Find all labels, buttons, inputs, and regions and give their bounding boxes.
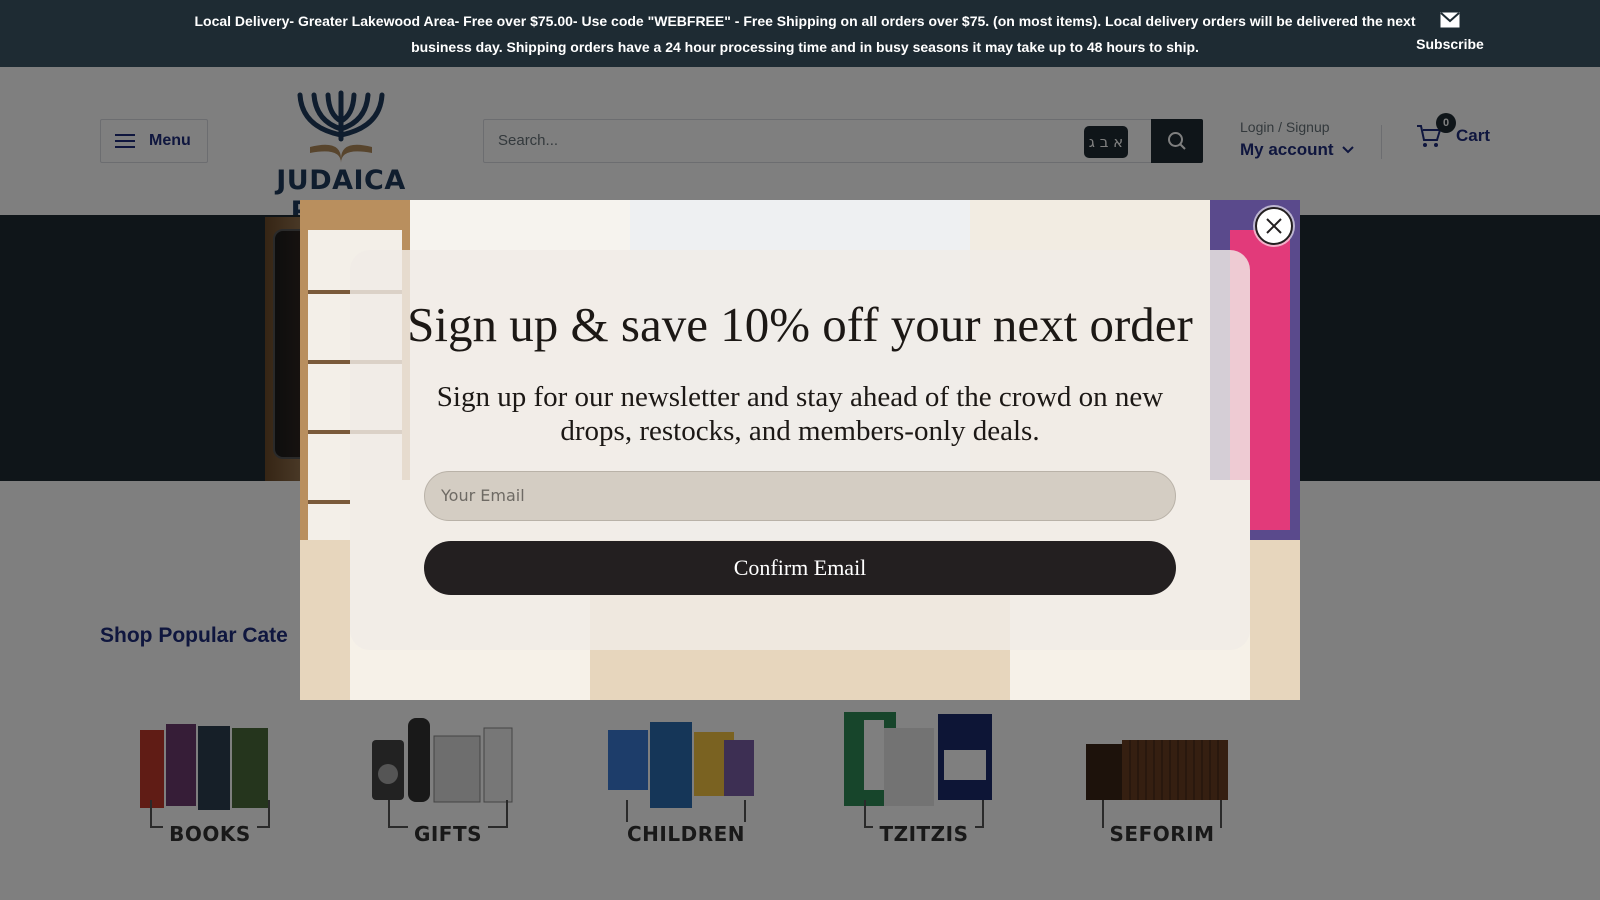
email-field[interactable]: Your Email — [424, 471, 1176, 521]
announcement-text: Local Delivery- Greater Lakewood Area- F… — [194, 13, 1416, 55]
announcement-bar: Local Delivery- Greater Lakewood Area- F… — [0, 0, 1600, 67]
mail-icon — [1440, 12, 1460, 28]
subscribe-link[interactable]: Subscribe — [1410, 8, 1490, 52]
subscribe-label: Subscribe — [1416, 36, 1484, 52]
close-icon — [1266, 218, 1282, 234]
close-popup-button[interactable] — [1255, 207, 1293, 245]
popup-title: Sign up & save 10% off your next order — [407, 297, 1193, 352]
popup-subtitle: Sign up for our newsletter and stay ahea… — [436, 381, 1164, 447]
newsletter-popup: Sign up & save 10% off your next order S… — [300, 200, 1300, 700]
confirm-email-button[interactable]: Confirm Email — [424, 541, 1176, 595]
